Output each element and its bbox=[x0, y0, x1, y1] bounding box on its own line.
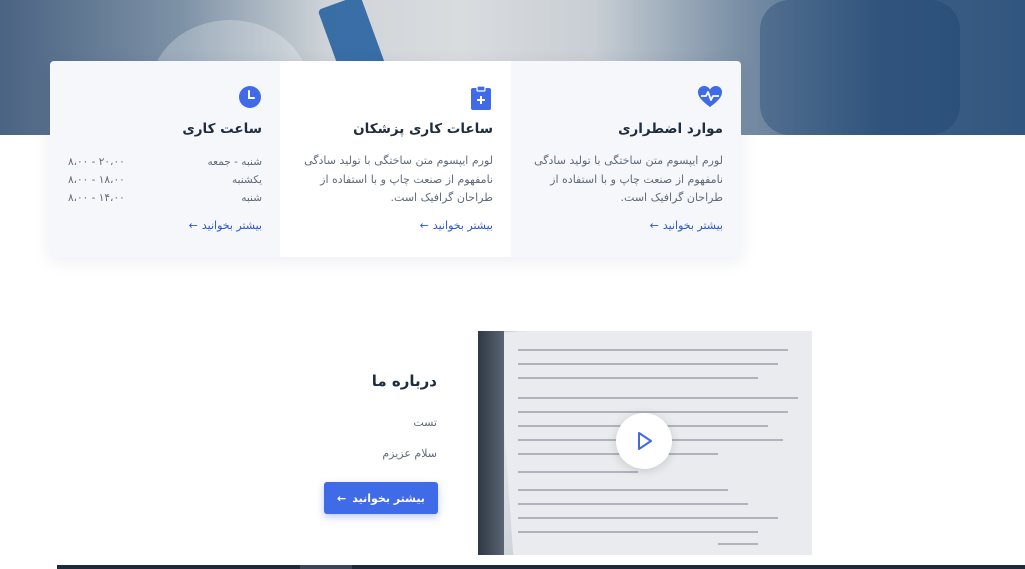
read-more-link[interactable]: بیشتر بخوانید← bbox=[650, 219, 723, 232]
arrow-left-icon: ← bbox=[419, 219, 429, 232]
text-line bbox=[518, 531, 758, 533]
about-read-more-button[interactable]: بیشتر بخوانید ← bbox=[324, 482, 438, 514]
text-line bbox=[518, 377, 758, 379]
card-description: لورم ایپسوم متن ساختگی با تولید سادگی نا… bbox=[534, 154, 723, 204]
card-title: موارد اضطراری bbox=[618, 121, 723, 137]
arrow-left-icon: ← bbox=[649, 219, 659, 232]
about-text-line: سلام عزیزم bbox=[382, 447, 437, 460]
text-line bbox=[518, 363, 778, 365]
hours-day: شنبه - جمعه bbox=[207, 156, 262, 168]
read-more-label: بیشتر بخوانید bbox=[201, 219, 262, 232]
card-working-hours: ساعت کاری شنبه - جمعه ۸،۰۰ - ۲۰،۰۰ یکشنب… bbox=[50, 61, 280, 257]
hours-list: شنبه - جمعه ۸،۰۰ - ۲۰،۰۰ یکشنبه ۸،۰۰ - ۱… bbox=[68, 153, 262, 207]
read-more-label: بیشتر بخوانید bbox=[432, 219, 493, 232]
card-emergency: موارد اضطراری لورم ایپسوم متن ساختگی با … bbox=[511, 61, 741, 257]
footer-bar bbox=[57, 565, 1025, 569]
text-line bbox=[518, 411, 788, 413]
card-title: ساعات کاری پزشکان bbox=[353, 121, 493, 137]
text-line bbox=[518, 503, 748, 505]
arrow-left-icon: ← bbox=[337, 491, 347, 505]
hours-row: یکشنبه ۸،۰۰ - ۱۸،۰۰ bbox=[68, 171, 262, 189]
heart-pulse-icon bbox=[697, 85, 723, 113]
clipboard-plus-icon bbox=[469, 85, 493, 115]
card-doctors-hours: ساعات کاری پزشکان لورم ایپسوم متن ساختگی… bbox=[280, 61, 511, 257]
read-more-link[interactable]: بیشتر بخوانید← bbox=[189, 219, 262, 232]
hours-time: ۸،۰۰ - ۲۰،۰۰ bbox=[68, 156, 125, 168]
photo-edge bbox=[478, 331, 504, 555]
clock-icon bbox=[238, 85, 262, 113]
card-description: لورم ایپسوم متن ساختگی با تولید سادگی نا… bbox=[304, 154, 493, 204]
play-button[interactable] bbox=[616, 413, 672, 469]
text-line bbox=[718, 543, 758, 545]
hours-day: یکشنبه bbox=[231, 174, 262, 186]
text-line bbox=[518, 489, 728, 491]
hours-row: شنبه - جمعه ۸،۰۰ - ۲۰،۰۰ bbox=[68, 153, 262, 171]
hours-time: ۸،۰۰ - ۱۴،۰۰ bbox=[68, 192, 125, 204]
text-line bbox=[518, 397, 798, 399]
about-title: درباره ما bbox=[371, 372, 437, 390]
hero-figure-right bbox=[760, 0, 960, 135]
hours-row: شنبه ۸،۰۰ - ۱۴،۰۰ bbox=[68, 189, 262, 207]
info-cards: ساعت کاری شنبه - جمعه ۸،۰۰ - ۲۰،۰۰ یکشنب… bbox=[50, 61, 741, 257]
read-more-label: بیشتر بخوانید bbox=[662, 219, 723, 232]
button-label: بیشتر بخوانید bbox=[352, 491, 425, 505]
arrow-left-icon: ← bbox=[188, 219, 198, 232]
text-line bbox=[518, 517, 778, 519]
card-title: ساعت کاری bbox=[182, 121, 262, 137]
play-icon bbox=[638, 432, 652, 450]
text-line bbox=[518, 349, 788, 351]
hours-time: ۸،۰۰ - ۱۸،۰۰ bbox=[68, 174, 125, 186]
footer-segment bbox=[300, 565, 352, 569]
hours-day: شنبه bbox=[241, 192, 262, 204]
about-text-line: تست bbox=[413, 416, 437, 429]
text-line bbox=[518, 471, 638, 473]
read-more-link[interactable]: بیشتر بخوانید← bbox=[420, 219, 493, 232]
